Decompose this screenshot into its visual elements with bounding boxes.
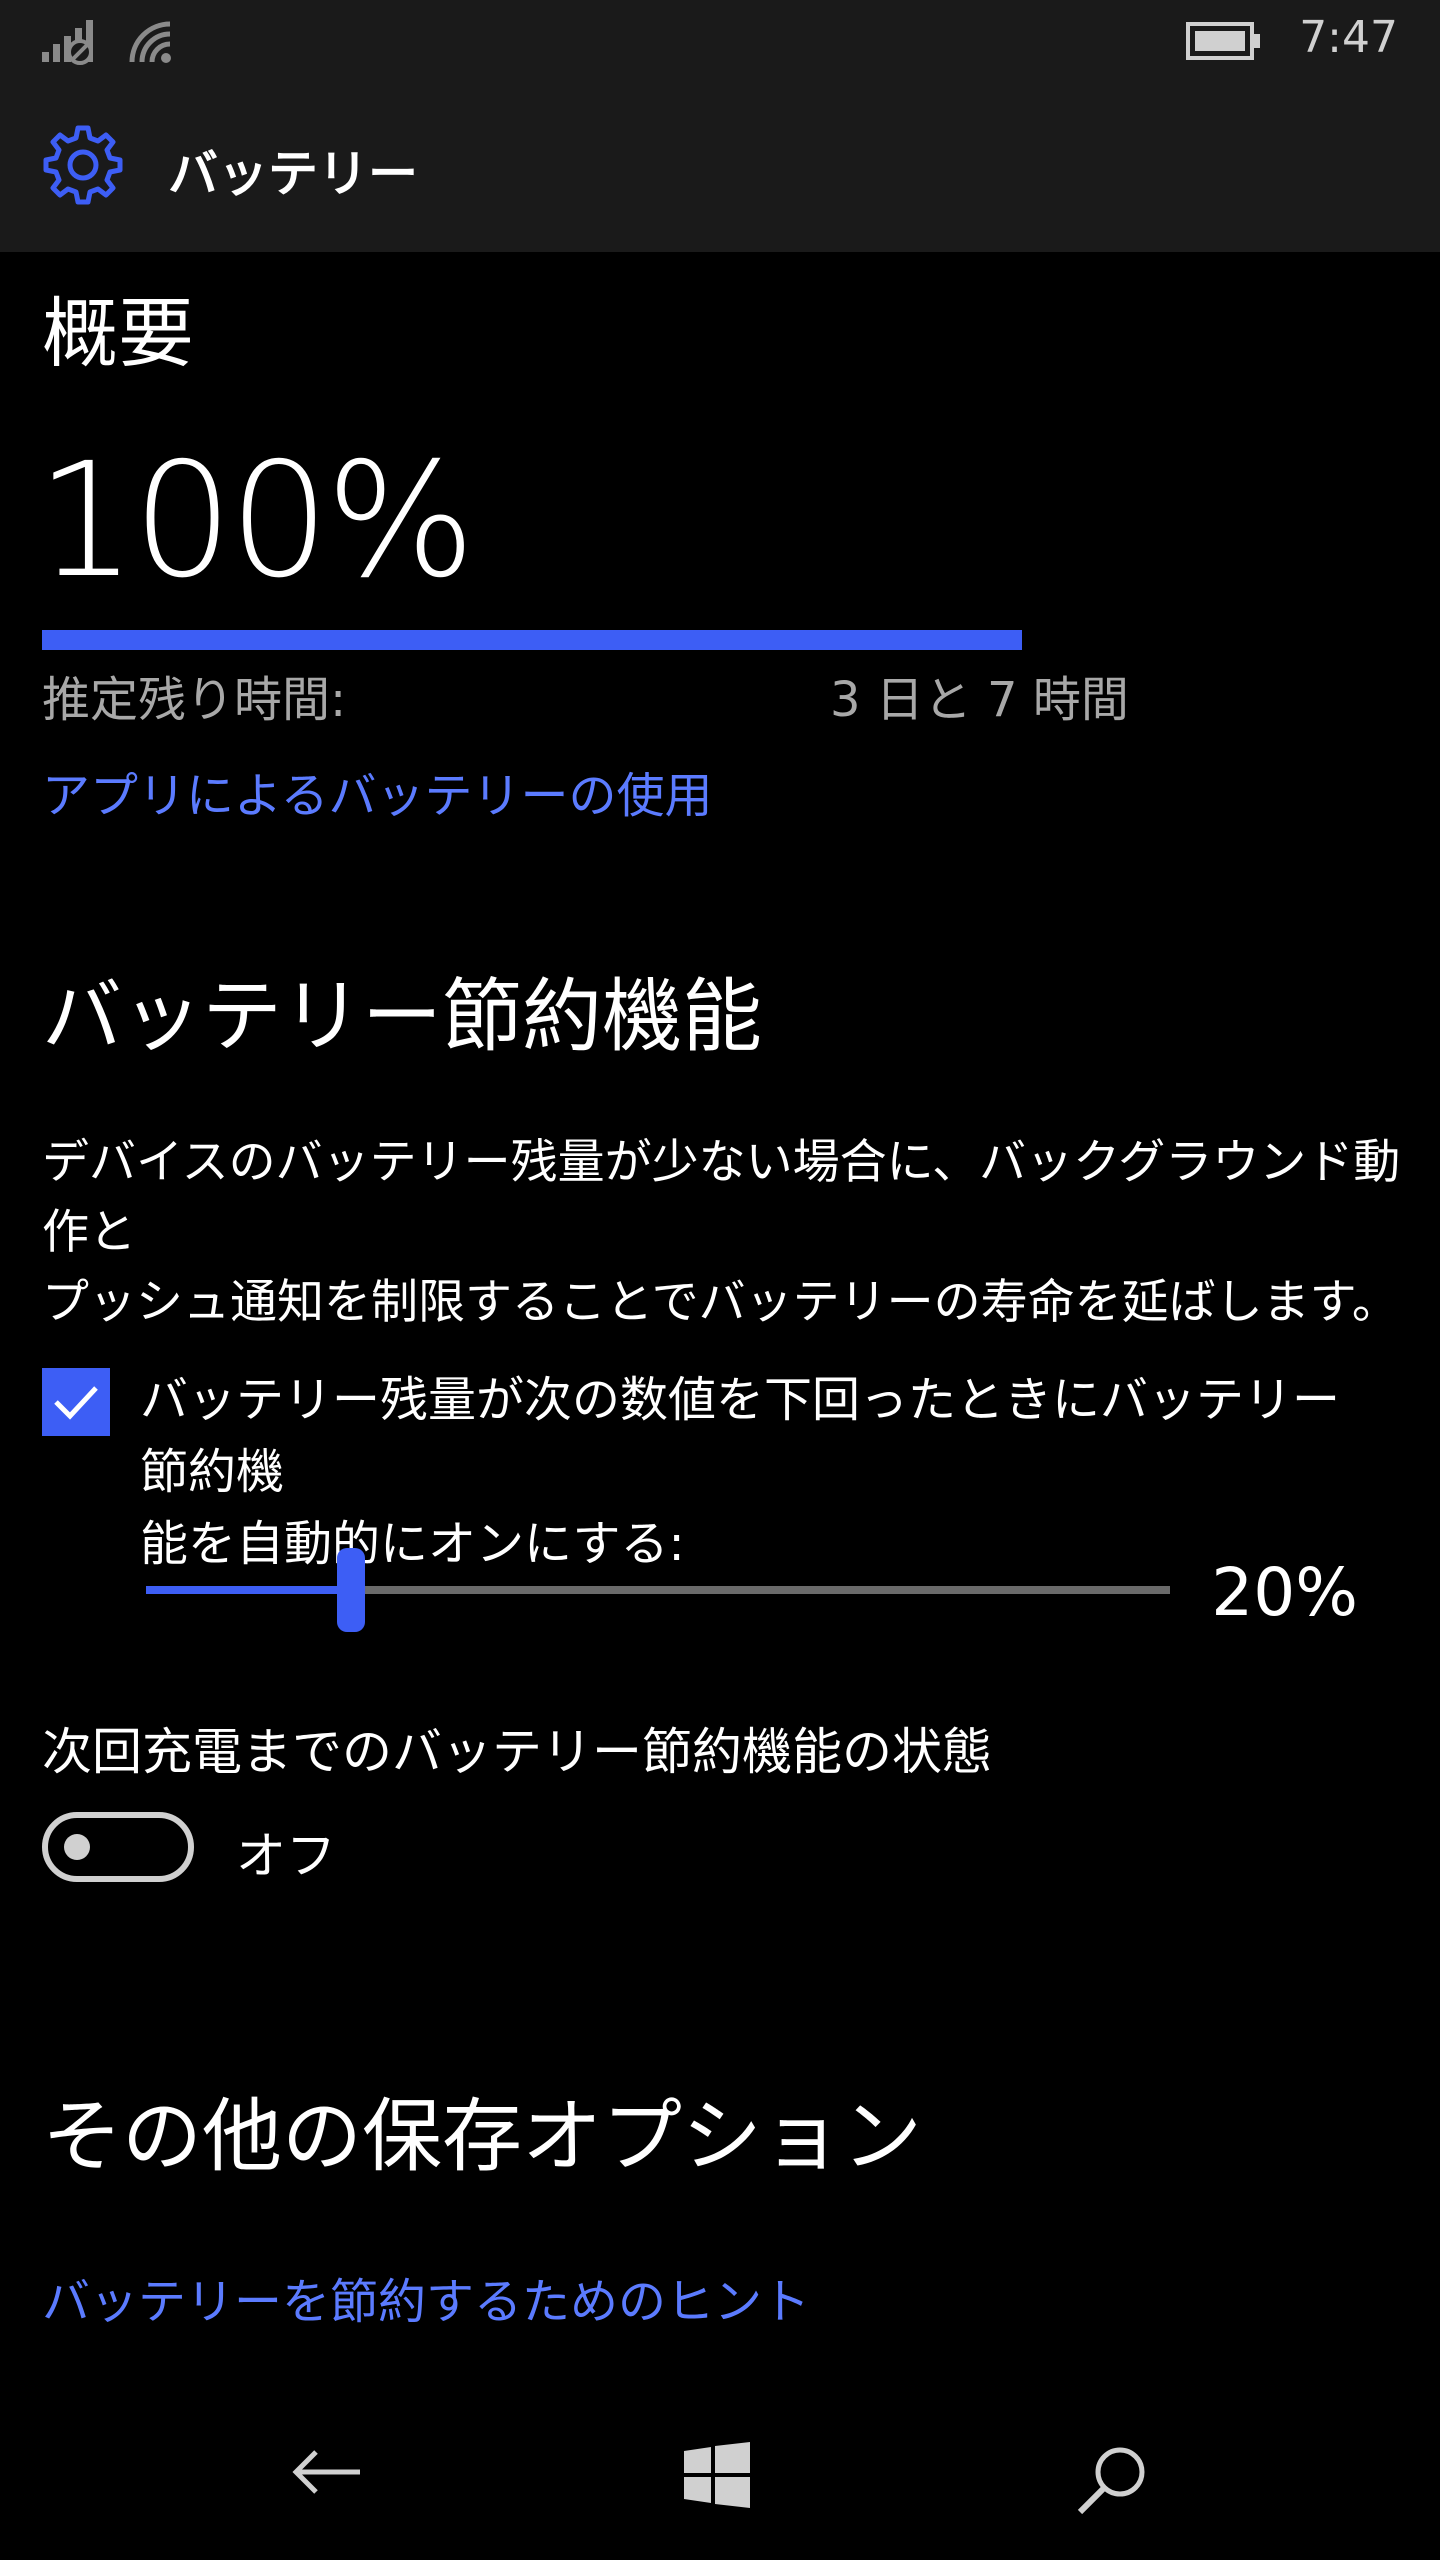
battery-icon	[1186, 22, 1260, 60]
battery-usage-by-app-link[interactable]: アプリによるバッテリーの使用	[42, 756, 713, 826]
slider-thumb[interactable]	[336, 1548, 365, 1632]
gear-icon	[43, 125, 123, 205]
auto-saver-checkbox[interactable]	[42, 1368, 110, 1436]
battery-tips-link[interactable]: バッテリーを節約するためのヒント	[42, 2262, 810, 2332]
search-icon[interactable]	[1074, 2442, 1150, 2518]
battery-saver-heading: バッテリー節約機能	[42, 970, 762, 1063]
remaining-time-label: 推定残り時間:	[42, 672, 347, 728]
status-bar: 7:47	[0, 0, 1440, 84]
battery-saver-description: デバイスのバッテリー残量が少ない場合に、バックグラウンド動作と プッシュ通知を制…	[42, 1135, 1401, 1330]
threshold-slider[interactable]	[146, 1548, 1170, 1632]
battery-percent: 100%	[36, 429, 476, 613]
status-time: 7:47	[1299, 12, 1398, 63]
saver-state-label: 次回充電までのバッテリー節約機能の状態	[42, 1723, 992, 1781]
windows-icon[interactable]	[684, 2442, 750, 2508]
toggle-state-text: オフ	[236, 1827, 336, 1885]
slider-track-fill	[146, 1586, 351, 1594]
back-arrow-icon[interactable]	[290, 2442, 366, 2502]
app-header: バッテリー	[0, 84, 1440, 252]
threshold-value: 20%	[1211, 1554, 1358, 1631]
saver-state-toggle[interactable]	[42, 1812, 194, 1882]
wifi-icon	[129, 21, 171, 63]
toggle-knob	[64, 1834, 90, 1860]
other-options-heading: その他の保存オプション	[42, 2090, 922, 2183]
battery-level-bar	[42, 630, 1022, 650]
overview-heading: 概要	[42, 289, 194, 378]
signal-icon	[42, 20, 93, 65]
checkmark-icon	[54, 1386, 98, 1420]
navigation-bar	[0, 2390, 1440, 2560]
page-title: バッテリー	[168, 145, 418, 203]
remaining-time-value: 3 日と 7 時間	[830, 672, 1129, 728]
battery-level-fill	[42, 630, 1022, 650]
